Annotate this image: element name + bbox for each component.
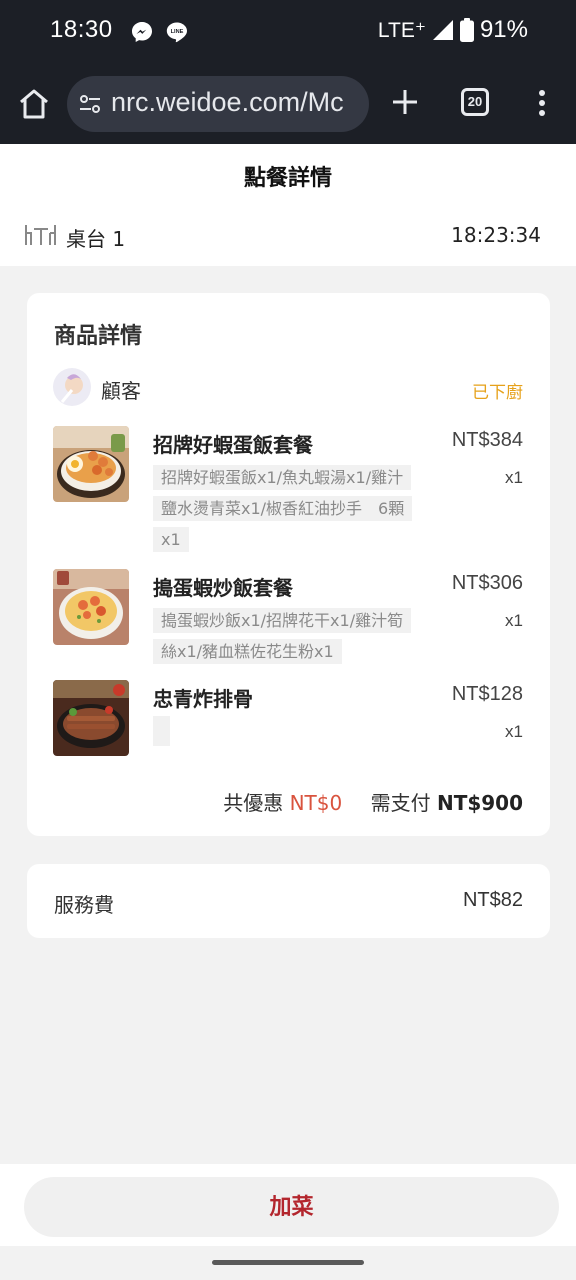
messenger-icon: [132, 22, 152, 42]
item-desc-line: 搗蛋蝦炒飯x1/招牌花干x1/雞汁筍: [153, 608, 412, 633]
item-price: NT$306: [451, 572, 523, 594]
add-dish-button[interactable]: 加菜: [24, 1177, 559, 1237]
page-header: 點餐詳情 桌台 1 18:23:34: [0, 144, 576, 266]
item-description-empty: [153, 716, 170, 746]
products-card: 商品詳情 顧客 已下廚 招牌好蝦蛋飯套餐 NT$384 x1 招牌好蝦蛋飯x1/…: [27, 293, 550, 836]
url-text: nrc.weidoe.com/Mc: [111, 87, 344, 117]
browser-toolbar: nrc.weidoe.com/Mc 20: [0, 64, 576, 144]
order-item: 忠青炸排骨 NT$128 x1: [53, 680, 523, 760]
customer-label: 顧客: [101, 379, 141, 403]
item-price: NT$128: [451, 683, 523, 705]
avatar: [53, 368, 91, 406]
table-label: 桌台 1: [66, 227, 126, 251]
item-quantity: x1: [505, 722, 523, 741]
customer-avatar-icon: [60, 374, 83, 403]
table-icon: [25, 225, 56, 245]
network-type: LTE⁺: [377, 18, 426, 42]
more-vert-icon[interactable]: [530, 88, 554, 118]
item-desc-line: x1: [153, 527, 189, 552]
item-desc-line: 鹽水燙青菜x1/椒香紅油抄手 6顆: [153, 496, 413, 521]
order-item: 搗蛋蝦炒飯套餐 NT$306 x1 搗蛋蝦炒飯x1/招牌花干x1/雞汁筍 絲x1/…: [53, 569, 523, 664]
item-desc-line: 招牌好蝦蛋飯x1/魚丸蝦湯x1/雞汁: [153, 465, 412, 490]
line-icon: LINE: [166, 22, 187, 43]
item-quantity: x1: [505, 468, 523, 487]
status-right: LTE⁺ 91%: [378, 16, 528, 44]
item-description: 招牌好蝦蛋飯x1/魚丸蝦湯x1/雞汁 鹽水燙青菜x1/椒香紅油抄手 6顆 x1: [153, 462, 425, 555]
discount-value: NT$0: [289, 791, 343, 815]
item-description: 搗蛋蝦炒飯x1/招牌花干x1/雞汁筍 絲x1/豬血糕佐花生粉x1: [153, 605, 425, 667]
gesture-nav-area: [0, 1246, 576, 1280]
food-image: [53, 569, 129, 645]
item-name: 招牌好蝦蛋飯套餐: [153, 433, 313, 457]
page-title: 點餐詳情: [243, 166, 332, 191]
products-title: 商品詳情: [54, 324, 143, 349]
plus-icon[interactable]: [390, 87, 420, 117]
order-time: 18:23:34: [451, 223, 541, 247]
discount-label: 共優惠: [223, 791, 284, 815]
battery-percent: 91%: [479, 16, 528, 43]
service-fee-value: NT$82: [462, 889, 523, 911]
bottom-bar: 加菜: [0, 1164, 576, 1246]
order-totals: 共優惠 NT$0 需支付 NT$900: [223, 787, 523, 816]
battery-icon: [459, 18, 474, 42]
order-status-badge: 已下廚: [472, 383, 523, 403]
food-image: [53, 426, 129, 502]
item-name: 忠青炸排骨: [153, 687, 253, 711]
service-fee-label: 服務費: [54, 893, 114, 917]
item-desc-line: 絲x1/豬血糕佐花生粉x1: [153, 639, 342, 664]
site-settings-icon[interactable]: [78, 92, 102, 116]
item-quantity: x1: [505, 611, 523, 630]
total-label: 需支付: [370, 791, 431, 815]
home-icon[interactable]: [16, 86, 52, 122]
service-fee-card: 服務費 NT$82: [27, 864, 550, 938]
item-name: 搗蛋蝦炒飯套餐: [153, 576, 293, 600]
tabs-icon[interactable]: 20: [461, 88, 489, 116]
food-image: [53, 680, 129, 756]
signal-icon: [432, 20, 453, 40]
total-value: NT$900: [436, 791, 523, 815]
item-price: NT$384: [451, 429, 523, 451]
address-bar[interactable]: nrc.weidoe.com/Mc: [67, 76, 369, 132]
order-item: 招牌好蝦蛋飯套餐 NT$384 x1 招牌好蝦蛋飯x1/魚丸蝦湯x1/雞汁 鹽水燙…: [53, 426, 523, 556]
home-indicator[interactable]: [212, 1260, 364, 1265]
svg-text:LINE: LINE: [171, 29, 184, 35]
status-time: 18:30: [50, 16, 113, 43]
status-bar: 18:30 LINE LTE⁺ 91%: [0, 0, 576, 64]
